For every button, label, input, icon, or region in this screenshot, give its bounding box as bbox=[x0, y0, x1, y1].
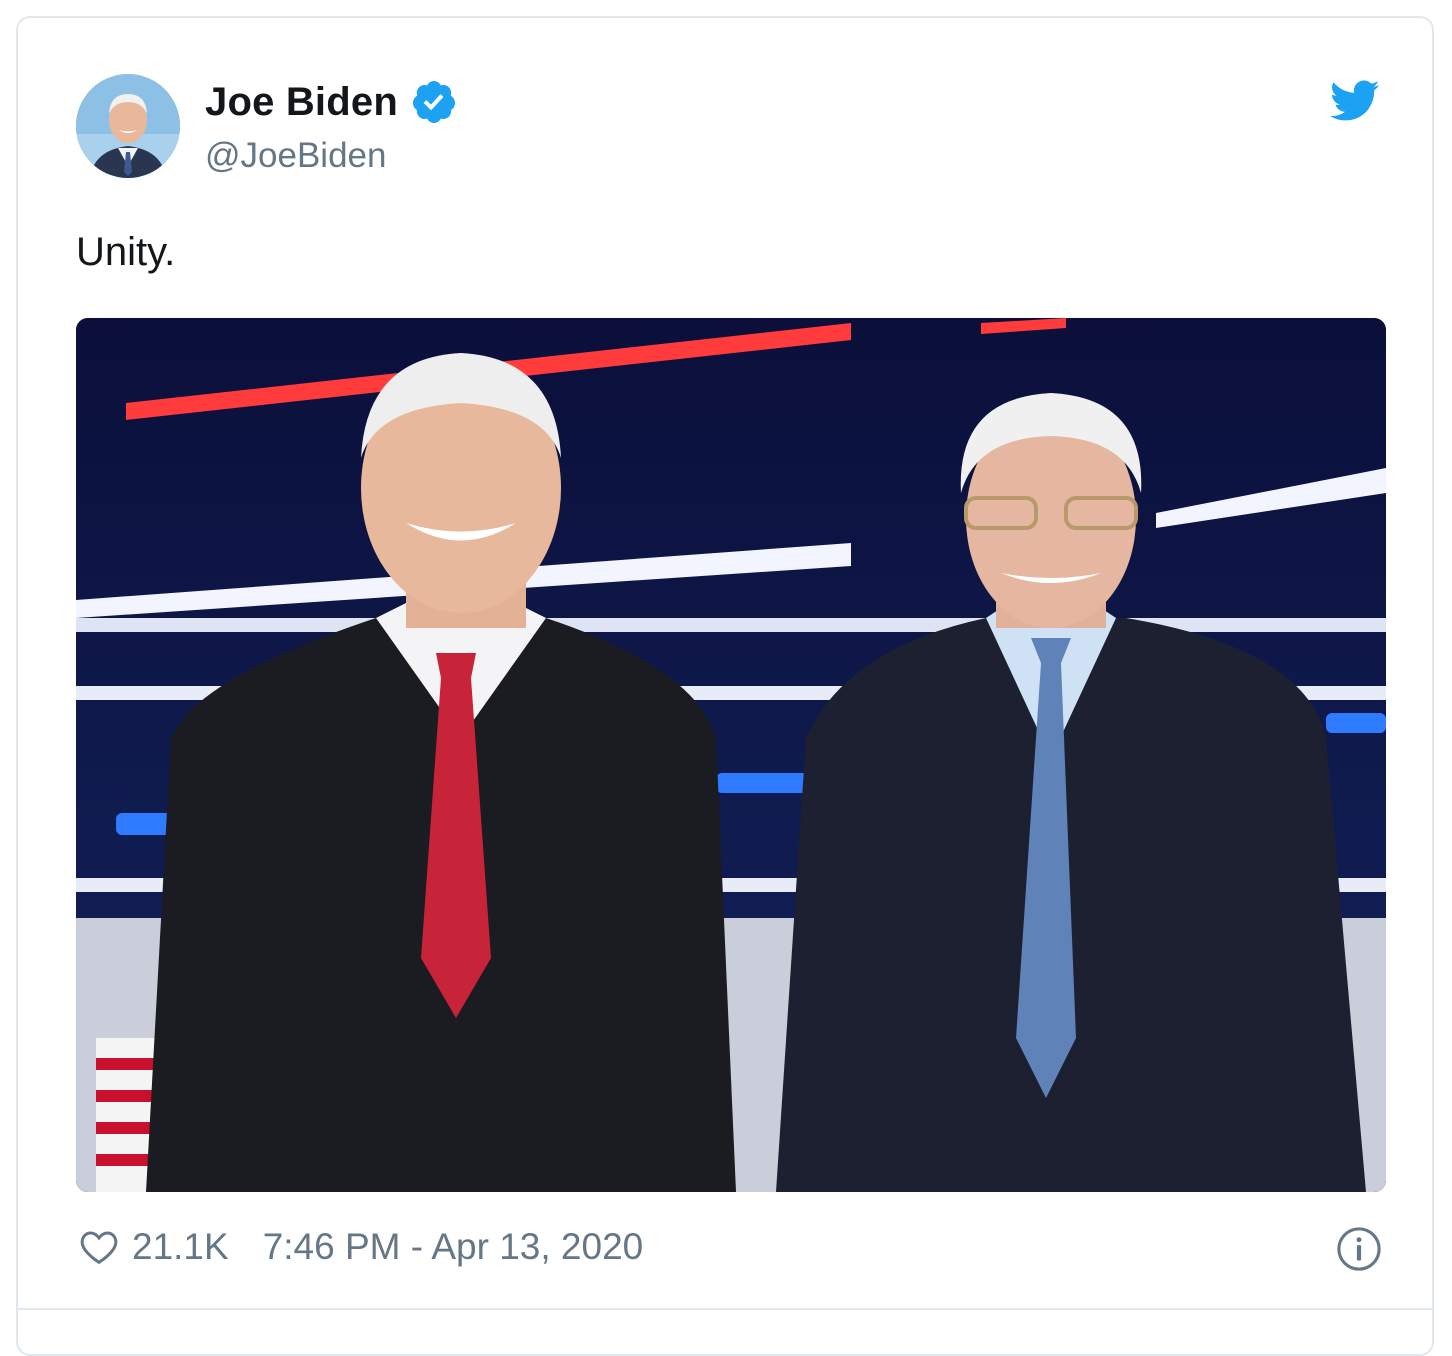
author-name-row: Joe Biden bbox=[205, 76, 458, 128]
like-count[interactable]: 21.1K bbox=[132, 1226, 229, 1268]
tweet-timestamp[interactable]: 7:46 PM - Apr 13, 2020 bbox=[263, 1226, 644, 1268]
footer-divider bbox=[18, 1308, 1432, 1310]
info-icon[interactable] bbox=[1336, 1226, 1382, 1272]
tweet-card: Joe Biden @JoeBiden Unity. 21.1K 7:46 PM… bbox=[16, 16, 1434, 1356]
photo-illustration bbox=[76, 318, 1386, 1192]
verified-badge-icon bbox=[412, 81, 455, 123]
heart-icon[interactable] bbox=[78, 1227, 120, 1267]
tweet-footer: 21.1K 7:46 PM - Apr 13, 2020 bbox=[78, 1222, 643, 1272]
tweet-media-photo[interactable] bbox=[76, 318, 1386, 1192]
author-name[interactable]: Joe Biden bbox=[205, 80, 398, 125]
author-avatar[interactable] bbox=[76, 74, 180, 178]
author-handle[interactable]: @JoeBiden bbox=[205, 136, 386, 176]
twitter-bird-icon[interactable] bbox=[1330, 80, 1380, 122]
tweet-text: Unity. bbox=[76, 230, 176, 274]
avatar-photo bbox=[76, 74, 180, 178]
